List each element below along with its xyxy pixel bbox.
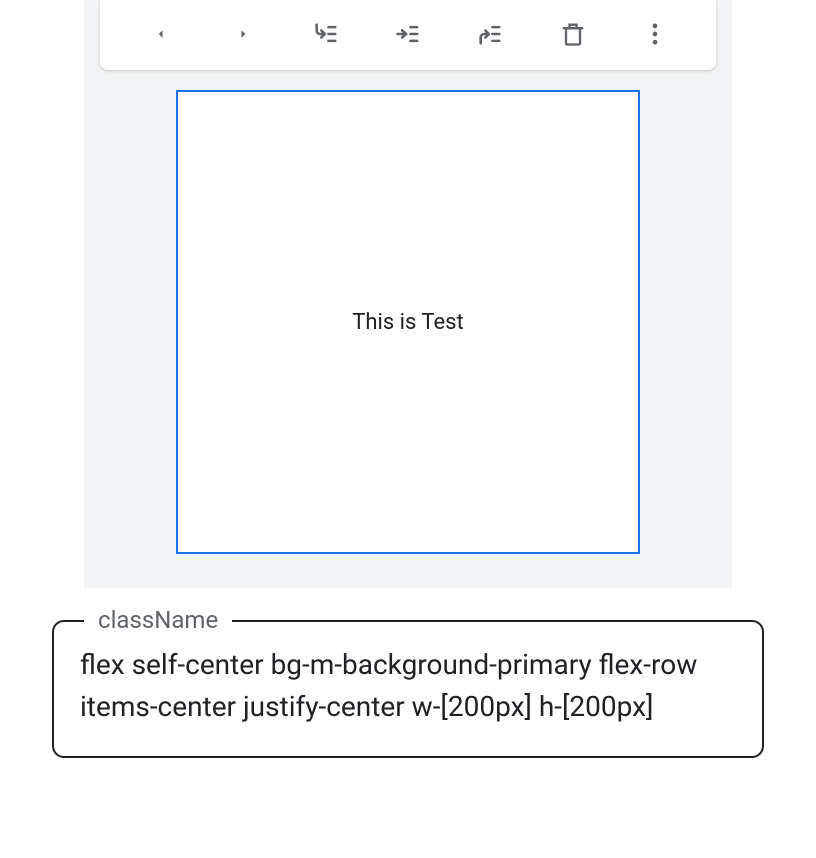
- more-icon: [641, 20, 669, 51]
- wrap-after-button[interactable]: [466, 11, 514, 59]
- classname-value: flex self-center bg-m-background-primary…: [80, 644, 736, 728]
- prev-sibling-button[interactable]: [137, 11, 185, 59]
- next-sibling-button[interactable]: [219, 11, 267, 59]
- wrap-into-button[interactable]: [384, 11, 432, 59]
- classname-field[interactable]: className flex self-center bg-m-backgrou…: [52, 620, 764, 758]
- wrap-after-icon: [476, 20, 504, 51]
- caret-left-icon: [152, 25, 170, 46]
- property-panel: className flex self-center bg-m-backgrou…: [52, 620, 764, 758]
- element-toolbar: [100, 0, 716, 70]
- caret-right-icon: [234, 25, 252, 46]
- element-text: This is Test: [352, 310, 463, 335]
- delete-button[interactable]: [549, 11, 597, 59]
- wrap-before-icon: [312, 20, 340, 51]
- selected-element[interactable]: This is Test: [176, 90, 640, 554]
- classname-label: className: [84, 606, 232, 634]
- more-button[interactable]: [631, 11, 679, 59]
- delete-icon: [559, 20, 587, 51]
- canvas-panel: This is Test: [84, 0, 732, 588]
- wrap-before-button[interactable]: [302, 11, 350, 59]
- wrap-into-icon: [394, 20, 422, 51]
